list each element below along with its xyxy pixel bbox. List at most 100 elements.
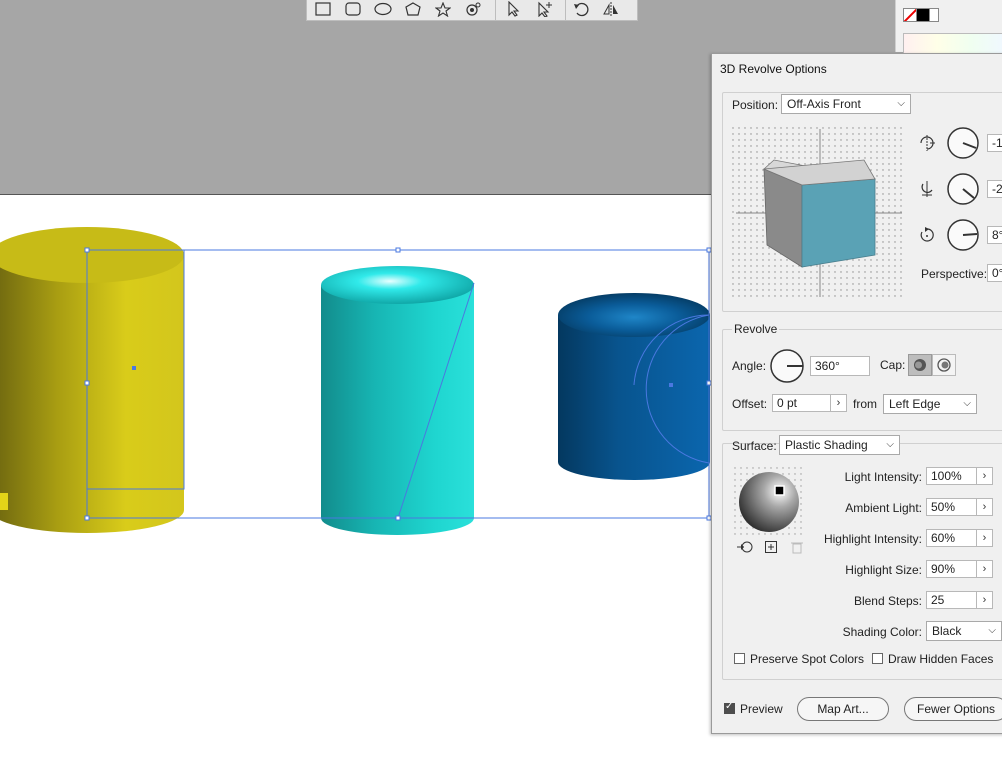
light-intensity-arrow-button[interactable]: › bbox=[976, 467, 993, 485]
cyan-cylinder[interactable] bbox=[321, 266, 474, 535]
chevron-down-icon: ⌵ bbox=[886, 439, 894, 450]
shading-color-label: Shading Color: bbox=[842, 625, 922, 639]
position-select[interactable]: Off-Axis Front ⌵ bbox=[781, 94, 911, 114]
reflect-tool-button[interactable] bbox=[599, 1, 623, 17]
polygon-tool-button[interactable] bbox=[401, 1, 425, 17]
fewer-options-button[interactable]: Fewer Options bbox=[904, 697, 1002, 721]
position-label: Position: bbox=[732, 98, 779, 112]
light-intensity-label: Light Intensity: bbox=[844, 470, 922, 484]
chevron-right-icon: › bbox=[982, 532, 987, 544]
blend-steps-field[interactable]: 25 bbox=[926, 591, 977, 609]
chevron-right-icon: › bbox=[836, 397, 841, 409]
offset-field[interactable]: 0 pt bbox=[772, 394, 831, 412]
from-edge-select[interactable]: Left Edge ⌵ bbox=[883, 394, 977, 414]
position-select-value: Off-Axis Front bbox=[787, 97, 861, 111]
x-rotation-dial[interactable] bbox=[946, 126, 980, 160]
move-light-back-icon bbox=[737, 541, 753, 553]
ellipse-tool-button[interactable] bbox=[371, 1, 395, 17]
move-light-back-button[interactable] bbox=[736, 540, 754, 557]
highlight-size-arrow-button[interactable]: › bbox=[976, 560, 993, 578]
cap-off-button[interactable] bbox=[932, 354, 956, 376]
reflect-icon bbox=[603, 2, 618, 16]
x-rotation-field[interactable]: -1 bbox=[987, 134, 1002, 152]
revolve-section-label: Revolve bbox=[732, 322, 780, 336]
blend-steps-label: Blend Steps: bbox=[853, 594, 922, 608]
rounded-rectangle-tool-button[interactable] bbox=[341, 1, 365, 17]
flare-tool-button[interactable] bbox=[461, 1, 485, 17]
chevron-right-icon: › bbox=[982, 594, 987, 606]
chevron-down-icon: ⌵ bbox=[897, 98, 905, 109]
z-rotation-dial[interactable] bbox=[946, 218, 980, 252]
star-icon bbox=[435, 1, 451, 17]
ambient-light-field[interactable]: 50% bbox=[926, 498, 977, 516]
highlight-size-field[interactable]: 90% bbox=[926, 560, 977, 578]
light-intensity-field[interactable]: 100% bbox=[926, 467, 977, 485]
draw-hidden-faces-checkbox[interactable] bbox=[872, 653, 883, 664]
highlight-intensity-label: Highlight Intensity: bbox=[823, 532, 922, 546]
color-panel bbox=[895, 0, 1002, 55]
offset-arrow-button[interactable]: › bbox=[830, 394, 847, 412]
new-light-icon bbox=[765, 541, 777, 553]
chevron-right-icon: › bbox=[982, 470, 987, 482]
shading-color-select-value: Black bbox=[932, 624, 962, 638]
chevron-right-icon: › bbox=[982, 501, 987, 513]
x-axis-rotation-icon bbox=[918, 134, 936, 155]
draw-hidden-faces-label: Draw Hidden Faces bbox=[888, 652, 994, 666]
surface-label: Surface: bbox=[732, 439, 777, 453]
track-cube-widget[interactable] bbox=[732, 127, 906, 299]
surface-select-value: Plastic Shading bbox=[785, 438, 868, 452]
fill-none-swatch[interactable] bbox=[903, 8, 917, 22]
blue-cylinder[interactable] bbox=[558, 293, 710, 480]
ambient-light-arrow-button[interactable]: › bbox=[976, 498, 993, 516]
highlight-intensity-arrow-button[interactable]: › bbox=[976, 529, 993, 547]
highlight-size-label: Highlight Size: bbox=[845, 563, 922, 577]
rotate-tool-button[interactable] bbox=[569, 1, 593, 17]
color-spectrum[interactable] bbox=[903, 33, 1002, 55]
y-rotation-field[interactable]: -2 bbox=[987, 180, 1002, 198]
preserve-spot-colors-label: Preserve Spot Colors bbox=[750, 652, 865, 666]
revolve-group bbox=[722, 329, 1002, 431]
rotate-icon bbox=[574, 2, 589, 17]
light-source-handle bbox=[774, 485, 785, 496]
new-light-button[interactable] bbox=[765, 541, 778, 557]
map-art-button[interactable]: Map Art... bbox=[797, 697, 889, 721]
star-tool-button[interactable] bbox=[431, 1, 455, 17]
chevron-down-icon: ⌵ bbox=[988, 625, 996, 636]
preserve-spot-colors-checkbox[interactable] bbox=[734, 653, 745, 664]
rounded-rectangle-icon bbox=[345, 2, 361, 16]
ellipse-icon bbox=[374, 2, 392, 16]
flare-icon bbox=[466, 2, 481, 16]
cap-off-icon bbox=[937, 358, 951, 372]
angle-label: Angle: bbox=[732, 359, 767, 373]
highlight-intensity-field[interactable]: 60% bbox=[926, 529, 977, 547]
stroke-black-swatch[interactable] bbox=[916, 8, 930, 22]
blend-steps-arrow-button[interactable]: › bbox=[976, 591, 993, 609]
shading-color-select[interactable]: Black ⌵ bbox=[926, 621, 1002, 641]
direct-selection-tool-button[interactable] bbox=[533, 1, 557, 17]
from-label: from bbox=[853, 397, 877, 411]
lighting-sphere-widget[interactable] bbox=[734, 467, 804, 537]
dialog-title: 3D Revolve Options bbox=[720, 62, 827, 76]
perspective-field[interactable]: 0° bbox=[987, 264, 1002, 282]
selection-tool-button[interactable] bbox=[501, 1, 525, 17]
preview-label: Preview bbox=[740, 702, 783, 716]
angle-field[interactable]: 360° bbox=[810, 356, 870, 376]
surface-select[interactable]: Plastic Shading ⌵ bbox=[779, 435, 900, 455]
z-rotation-field[interactable]: 8° bbox=[987, 226, 1002, 244]
offset-label: Offset: bbox=[732, 397, 768, 411]
ambient-light-label: Ambient Light: bbox=[845, 501, 922, 515]
selection-arrow-icon bbox=[508, 1, 520, 17]
cap-on-button[interactable] bbox=[908, 354, 932, 376]
rectangle-tool-button[interactable] bbox=[311, 1, 335, 17]
y-axis-rotation-icon bbox=[918, 180, 936, 201]
preview-checkbox[interactable] bbox=[724, 701, 735, 714]
chevron-right-icon: › bbox=[982, 563, 987, 575]
angle-dial[interactable] bbox=[769, 348, 805, 384]
perspective-label: Perspective: bbox=[921, 267, 988, 281]
chevron-down-icon: ⌵ bbox=[963, 398, 971, 409]
z-axis-rotation-icon bbox=[918, 226, 936, 247]
white-swatch[interactable] bbox=[929, 8, 939, 22]
direct-selection-plus-icon bbox=[538, 1, 552, 17]
yellow-cylinder[interactable] bbox=[0, 227, 184, 533]
y-rotation-dial[interactable] bbox=[946, 172, 980, 206]
